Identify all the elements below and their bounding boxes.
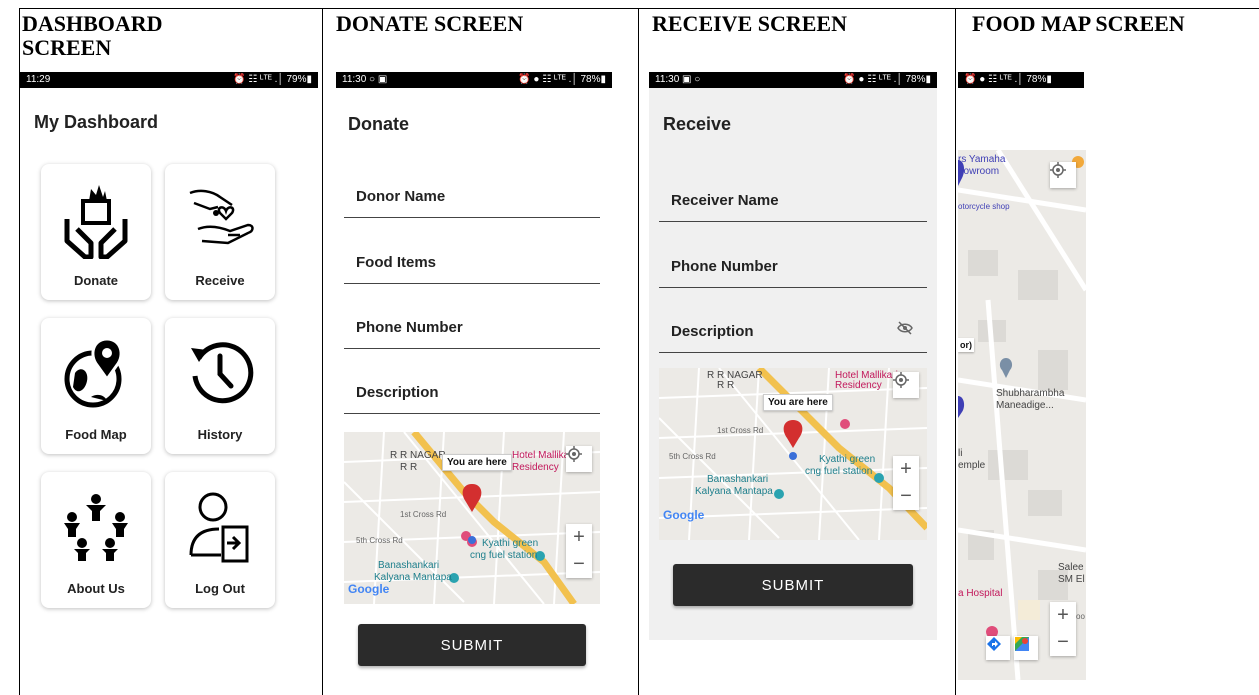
zoom-out-button[interactable]: − — [893, 483, 919, 510]
zoom-in-button[interactable]: + — [893, 456, 919, 483]
zoom-in-button[interactable]: + — [1050, 602, 1076, 629]
donate-screen: Donate Donor Name Food Items Phone Numbe… — [336, 88, 612, 688]
header-receive: RECEIVE SCREEN — [652, 11, 847, 36]
description-field[interactable]: Description — [344, 364, 600, 414]
google-logo: Google — [663, 508, 705, 522]
you-are-here-tooltip: You are here — [442, 454, 512, 471]
open-in-maps-button[interactable] — [1014, 636, 1038, 660]
donate-card[interactable]: Donate — [41, 164, 151, 300]
donor-name-field[interactable]: Donor Name — [344, 168, 600, 218]
receive-screen: Receive Receiver Name Phone Number Descr… — [649, 88, 937, 640]
crosshair-icon — [893, 372, 909, 388]
globe-pin-icon — [41, 328, 151, 418]
about-us-card[interactable]: About Us — [41, 472, 151, 608]
my-location-button[interactable] — [893, 372, 919, 398]
food-map-card-label: Food Map — [65, 427, 127, 442]
phone-number-field[interactable]: Phone Number — [659, 238, 927, 288]
zoom-control[interactable]: + − — [566, 524, 592, 578]
history-card-label: History — [197, 427, 243, 442]
receive-title: Receive — [663, 114, 732, 134]
history-card[interactable]: History — [165, 318, 275, 454]
zoom-out-button[interactable]: − — [1050, 629, 1076, 656]
log-out-card[interactable]: Log Out — [165, 472, 275, 608]
directions-icon — [987, 637, 1001, 651]
directions-button[interactable] — [986, 636, 1010, 660]
donate-title: Donate — [348, 114, 410, 134]
receive-card[interactable]: Receive — [165, 164, 275, 300]
donate-hands-icon — [41, 174, 151, 264]
food-map[interactable]: rs Yamaha howroom otorcycle shop or) Shu… — [958, 150, 1086, 680]
google-maps-icon — [1015, 637, 1029, 651]
table-border-1 — [322, 8, 323, 695]
my-location-button[interactable] — [1050, 162, 1076, 188]
donate-card-label: Donate — [73, 273, 119, 288]
log-out-card-label: Log Out — [195, 581, 245, 596]
food-items-field[interactable]: Food Items — [344, 234, 600, 284]
header-food-map: FOOD MAP SCREEN — [972, 11, 1185, 36]
status-bar-food-map: ⏰ ● ☷ ᴸᵀᴱ .│ 78%▮ — [958, 72, 1084, 88]
about-us-card-label: About Us — [67, 581, 125, 596]
dashboard-title: My Dashboard — [34, 112, 159, 132]
logout-person-door-icon — [165, 482, 275, 572]
header-donate: DONATE SCREEN — [336, 11, 524, 36]
eye-off-icon[interactable] — [897, 321, 913, 340]
table-top-border — [19, 8, 1259, 9]
food-map-card[interactable]: Food Map — [41, 318, 151, 454]
phone-number-field[interactable]: Phone Number — [344, 299, 600, 349]
crosshair-icon — [566, 446, 582, 462]
table-border-3 — [955, 8, 956, 695]
dashboard-screen: My Dashboard Donate Receive Food Map His… — [20, 88, 318, 678]
status-bar-dashboard: 11:29 ⏰ ☷ ᴸᵀᴱ .│ 79%▮ — [20, 72, 318, 88]
you-are-here-tooltip: You are here — [763, 394, 833, 411]
receive-card-label: Receive — [195, 273, 245, 288]
header-dashboard: DASHBOARD SCREEN — [22, 11, 163, 60]
history-clock-icon — [165, 328, 275, 418]
my-location-button[interactable] — [566, 446, 592, 472]
google-logo: Google — [348, 582, 390, 596]
receive-submit-button[interactable]: SUBMIT — [673, 564, 913, 606]
description-field[interactable]: Description — [659, 303, 927, 353]
status-bar-receive: 11:30 ▣ ○ ⏰ ● ☷ ᴸᵀᴱ .│ 78%▮ — [649, 72, 937, 88]
zoom-out-button[interactable]: − — [566, 551, 592, 578]
donate-map[interactable]: R R NAGAR R R Hotel Mallikar Residency Y… — [344, 432, 600, 604]
receive-heart-hands-icon — [165, 174, 275, 264]
status-bar-donate: 11:30 ○ ▣ ⏰ ● ☷ ᴸᵀᴱ .│ 78%▮ — [336, 72, 612, 88]
zoom-in-button[interactable]: + — [566, 524, 592, 551]
table-border-2 — [638, 8, 639, 695]
zoom-control[interactable]: + − — [1050, 602, 1076, 656]
people-circle-icon — [41, 482, 151, 572]
zoom-control[interactable]: + − — [893, 456, 919, 510]
crosshair-icon — [1050, 162, 1066, 178]
receive-map[interactable]: R R NAGAR R R Hotel Mallikarjuna Residen… — [659, 368, 927, 540]
receiver-name-field[interactable]: Receiver Name — [659, 172, 927, 222]
donate-submit-button[interactable]: SUBMIT — [358, 624, 586, 666]
